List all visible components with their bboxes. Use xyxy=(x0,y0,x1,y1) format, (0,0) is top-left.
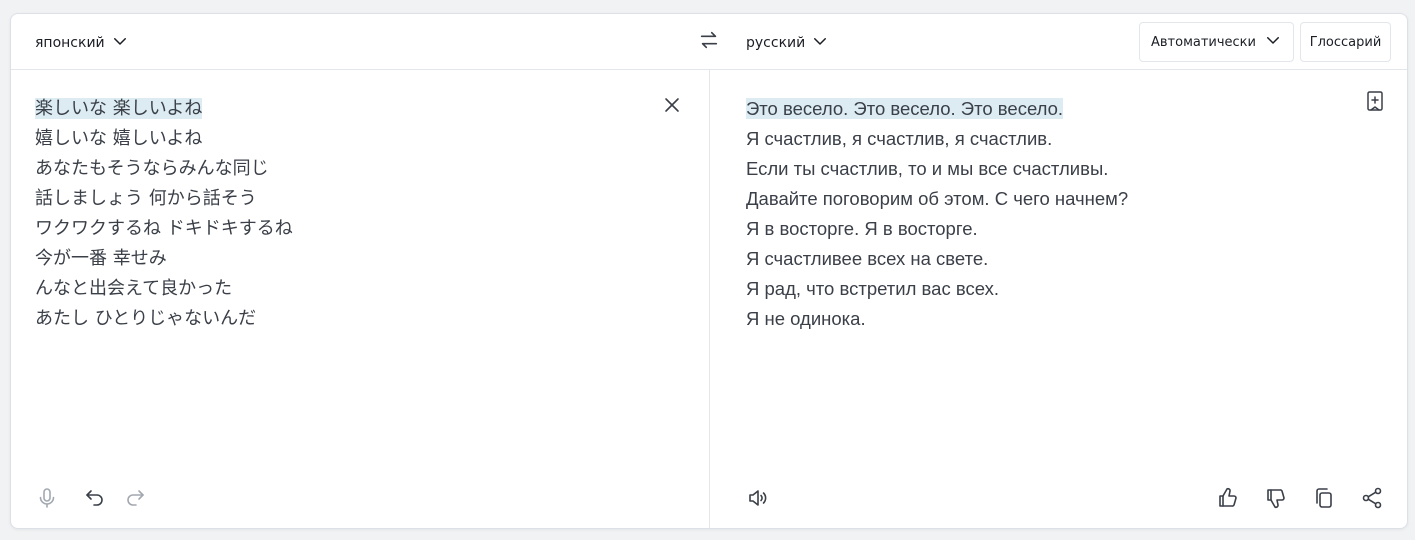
target-line: Я рад, что встретил вас всех. xyxy=(746,278,999,299)
target-line: Я не одинока. xyxy=(746,308,866,329)
source-language-selector[interactable]: японский xyxy=(35,31,129,55)
thumbs-down-icon xyxy=(1264,486,1288,514)
close-icon xyxy=(660,93,684,121)
language-bar: японский русский Автоматически Глоссарий xyxy=(11,14,1407,70)
source-text-input[interactable]: 楽しいな 楽しいよね 嬉しいな 嬉しいよね あなたもそうならみんな同じ 話しまし… xyxy=(35,94,293,334)
share-button[interactable] xyxy=(1358,486,1386,514)
redo-icon xyxy=(123,486,147,514)
redo-button[interactable] xyxy=(121,486,149,514)
thumbs-up-icon xyxy=(1216,486,1240,514)
chevron-down-icon xyxy=(1264,31,1282,53)
target-line: Я счастливее всех на свете. xyxy=(746,248,989,269)
target-line: Если ты счастлив, то и мы все счастливы. xyxy=(746,158,1109,179)
bookmark-add-icon xyxy=(1363,89,1387,117)
target-language-selector[interactable]: русский xyxy=(746,31,829,55)
undo-icon xyxy=(83,486,107,514)
formality-label: Автоматически xyxy=(1150,34,1256,50)
dislike-button[interactable] xyxy=(1262,486,1290,514)
source-line: んなと出会えて良かった xyxy=(35,278,233,299)
chevron-down-icon xyxy=(111,32,129,54)
microphone-button[interactable] xyxy=(33,486,61,514)
target-line: Я в восторге. Я в восторге. xyxy=(746,218,978,239)
share-icon xyxy=(1360,486,1384,514)
source-line: 嬉しいな 嬉しいよね xyxy=(35,128,203,149)
save-translation-button[interactable] xyxy=(1361,89,1389,117)
formality-dropdown[interactable]: Автоматически xyxy=(1139,22,1294,62)
chevron-down-icon xyxy=(811,32,829,54)
translator-card: японский русский Автоматически Глоссарий… xyxy=(10,13,1408,529)
target-line: Давайте поговорим об этом. С чего начнем… xyxy=(746,188,1129,209)
listen-button[interactable] xyxy=(744,486,772,514)
swap-languages-button[interactable] xyxy=(697,30,721,54)
clear-text-button[interactable] xyxy=(658,93,686,121)
source-line: 今が一番 幸せみ xyxy=(35,248,167,269)
copy-button[interactable] xyxy=(1310,486,1338,514)
source-language-label: японский xyxy=(35,35,105,51)
like-button[interactable] xyxy=(1214,486,1242,514)
swap-arrows-icon xyxy=(698,29,720,55)
source-line: 楽しいな 楽しいよね xyxy=(35,98,203,119)
microphone-icon xyxy=(35,486,59,514)
target-line: Это весело. Это весело. Это весело. xyxy=(746,98,1064,119)
target-language-label: русский xyxy=(746,35,806,51)
translation-output: Это весело. Это весело. Это весело. Я сч… xyxy=(746,94,1128,334)
source-line: 話しましょう 何から話そう xyxy=(35,188,257,209)
source-line: あたし ひとりじゃないんだ xyxy=(35,308,257,329)
source-line: ワクワクするね ドキドキするね xyxy=(35,218,293,239)
copy-icon xyxy=(1312,486,1336,514)
undo-button[interactable] xyxy=(81,486,109,514)
target-line: Я счастлив, я счастлив, я счастлив. xyxy=(746,128,1053,149)
glossary-button[interactable]: Глоссарий xyxy=(1300,22,1391,62)
glossary-label: Глоссарий xyxy=(1309,34,1382,50)
source-line: あなたもそうならみんな同じ xyxy=(35,158,269,179)
panel-divider xyxy=(709,70,710,528)
speaker-icon xyxy=(746,486,770,514)
